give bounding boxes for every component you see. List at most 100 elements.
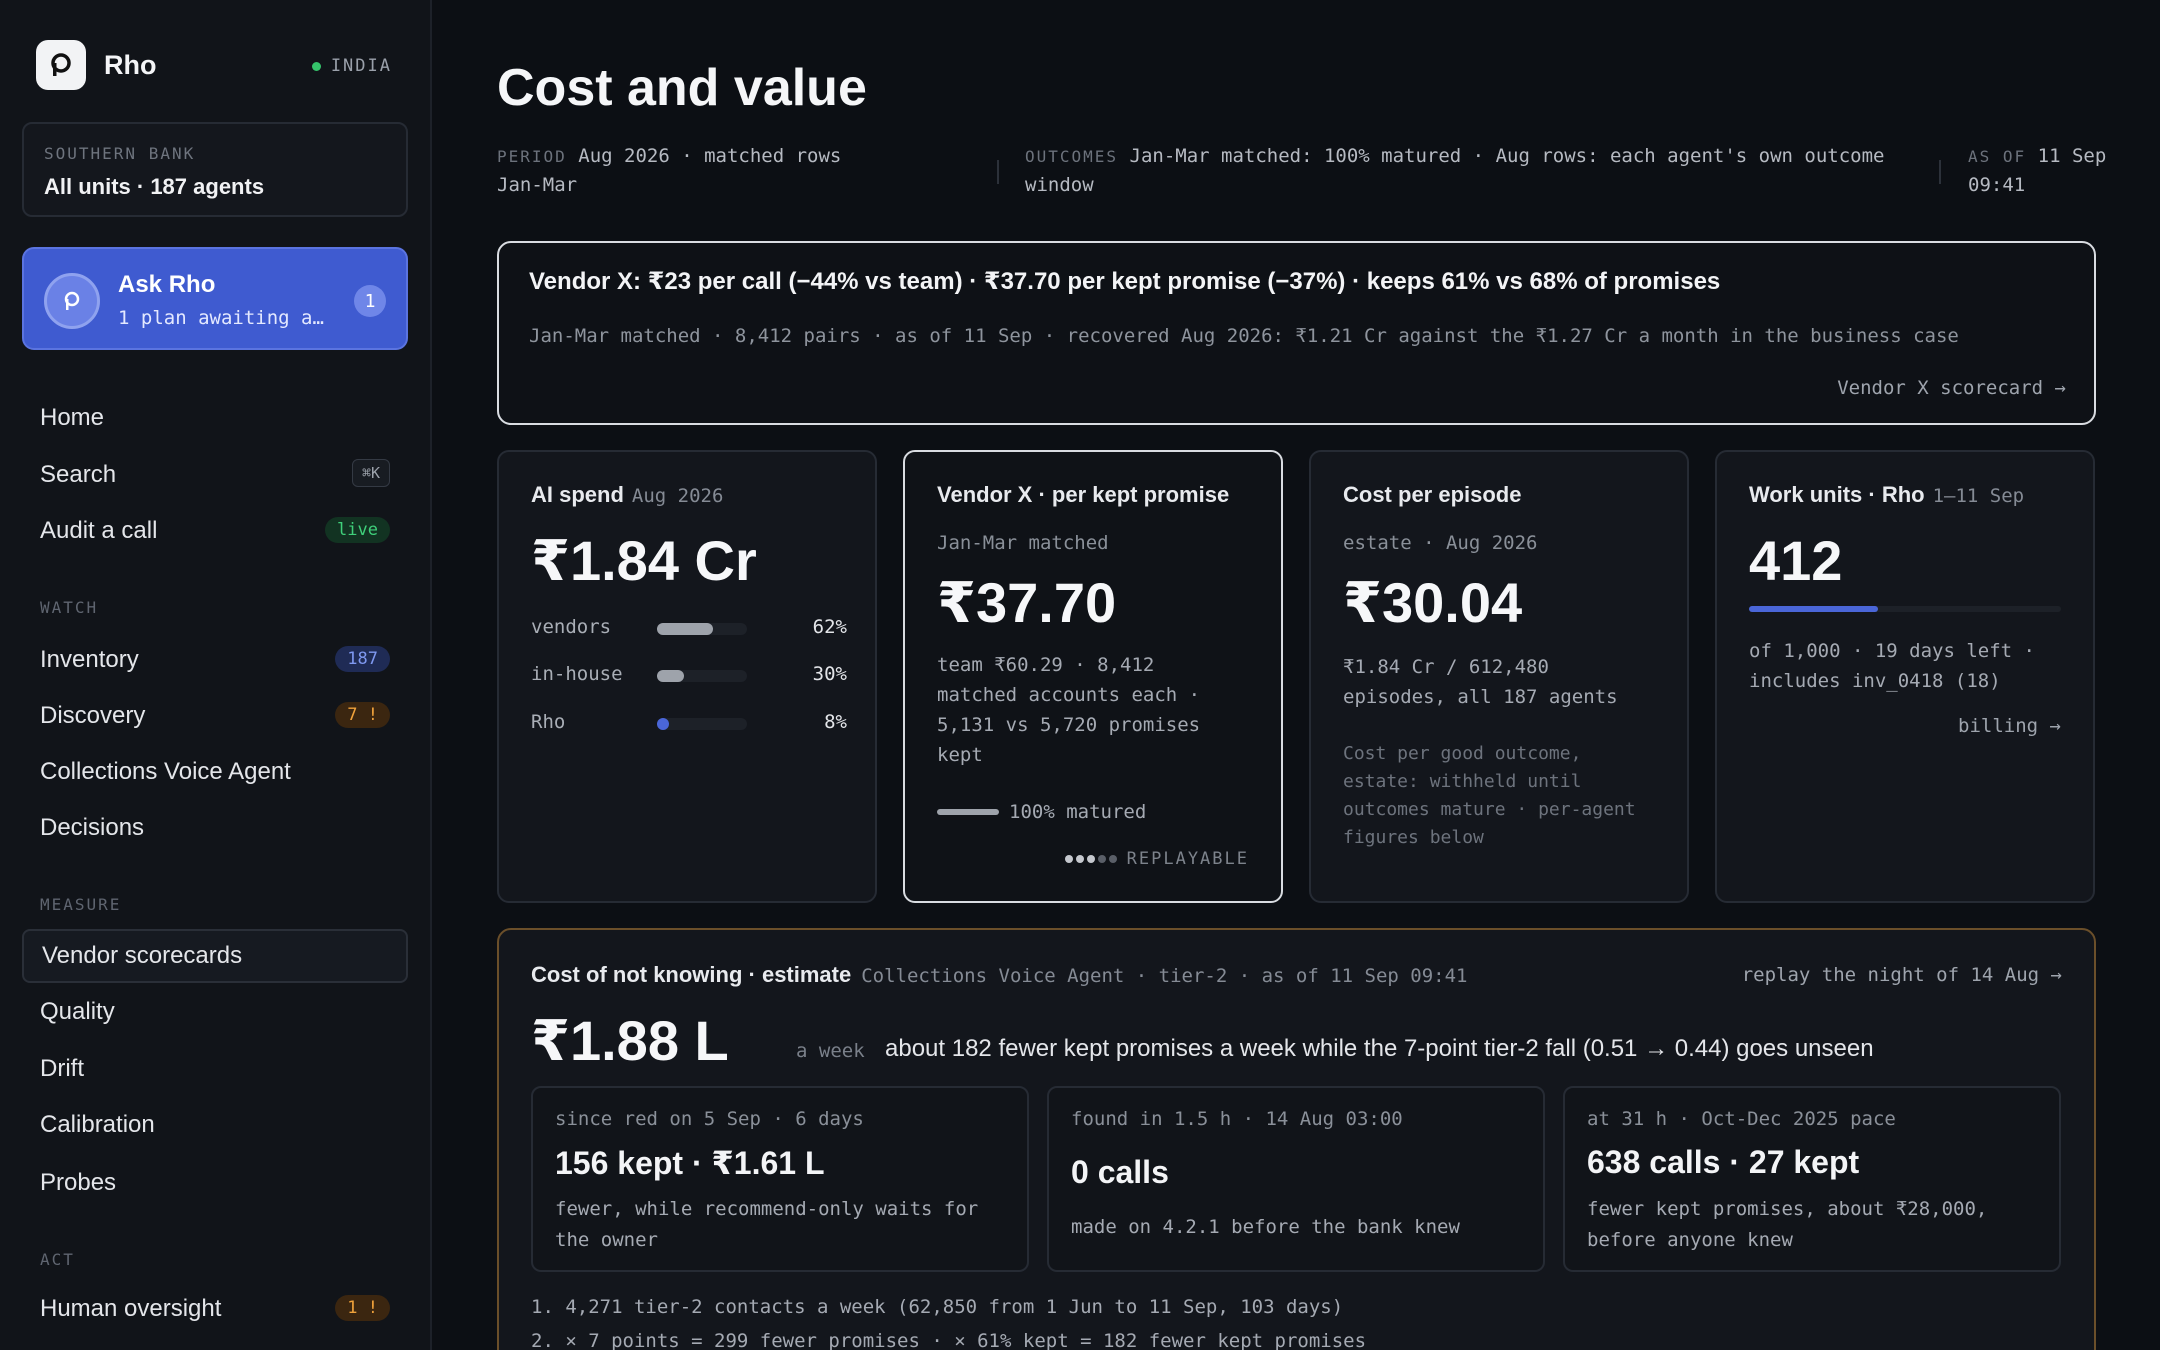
mini-value: 0 calls bbox=[1071, 1154, 1169, 1190]
replay-dots-icon bbox=[1064, 855, 1117, 863]
bar-fill bbox=[657, 718, 669, 730]
bar-label: in-house bbox=[531, 663, 623, 685]
shortcut-hint: ⌘K bbox=[351, 459, 390, 487]
meta-divider bbox=[997, 160, 999, 184]
alert-badge: 7 ! bbox=[335, 702, 390, 728]
rho-avatar-icon bbox=[44, 273, 100, 329]
replayable-indicator: REPLAYABLE bbox=[1064, 849, 1249, 869]
note-line: Cost per good outcome, bbox=[1343, 743, 1582, 764]
detail-line: episodes, all 187 agents bbox=[1343, 686, 1618, 708]
nav-label: Search bbox=[40, 461, 117, 488]
detail-line: the owner bbox=[555, 1229, 658, 1251]
detail-line: of 1,000 · 19 days left · bbox=[1749, 640, 2035, 662]
bar-fill bbox=[657, 623, 713, 635]
nav-home[interactable]: Home bbox=[22, 391, 408, 445]
nav-decisions[interactable]: Decisions bbox=[22, 801, 408, 855]
nav-drift[interactable]: Drift bbox=[22, 1042, 408, 1096]
ask-rho-subtitle: 1 plan awaiting a… bbox=[118, 307, 324, 329]
ask-rho-button[interactable]: Ask Rho 1 plan awaiting a… 1 bbox=[22, 247, 408, 350]
bar-label: vendors bbox=[531, 616, 612, 638]
step-line: 1. 4,271 tier-2 contacts a week (62,850 … bbox=[531, 1296, 1344, 1318]
spend-bar-vendors: vendors 62% bbox=[531, 612, 847, 642]
count-badge: 187 bbox=[335, 646, 390, 672]
matured-label: 100% matured bbox=[1009, 801, 1147, 823]
note-line: estate: withheld until bbox=[1343, 771, 1582, 792]
nav-label: Quality bbox=[40, 998, 115, 1025]
card-subtitle: Aug 2026 bbox=[631, 485, 724, 507]
nav-calibration[interactable]: Calibration bbox=[22, 1098, 408, 1152]
mini-kicker: found in 1.5 h · 14 Aug 03:00 bbox=[1071, 1108, 1403, 1130]
bar-track bbox=[657, 718, 747, 730]
ai-spend-card: AI spend Aug 2026 ₹1.84 Cr vendors 62% in… bbox=[497, 450, 877, 903]
card-title: Vendor X · per kept promise bbox=[937, 482, 1230, 507]
outcomes-value-cont: window bbox=[1025, 174, 1094, 196]
detail-line: made on 4.2.1 before the bank knew bbox=[1071, 1216, 1460, 1238]
mini-kicker: since red on 5 Sep · 6 days bbox=[555, 1108, 864, 1130]
region-label: INDIA bbox=[330, 56, 392, 76]
rho-logo-icon bbox=[36, 40, 86, 90]
status-dot-icon bbox=[311, 61, 321, 71]
work-units-card: Work units · Rho 1–11 Sep 412 of 1,000 · … bbox=[1715, 450, 2095, 903]
lower-value: ₹1.88 L bbox=[531, 1009, 729, 1072]
card-title: Cost per episode bbox=[1343, 482, 1522, 507]
nav-inventory[interactable]: Inventory 187 bbox=[22, 633, 408, 687]
nav-label: Inventory bbox=[40, 646, 139, 673]
nav-discovery[interactable]: Discovery 7 ! bbox=[22, 689, 408, 743]
bar-pct: 30% bbox=[812, 663, 847, 685]
matured-bar bbox=[937, 809, 999, 815]
meta-asof: AS OF 11 Sep 09:41 bbox=[1968, 142, 2118, 200]
bar-track bbox=[657, 623, 747, 635]
section-measure: MEASURE bbox=[40, 895, 122, 914]
lower-unit: a week bbox=[796, 1040, 865, 1062]
detail-line: matched accounts each · bbox=[937, 684, 1201, 706]
progress-fill bbox=[1749, 606, 1878, 612]
nav-search[interactable]: Search ⌘K bbox=[22, 448, 408, 502]
calculation-steps: 1. 4,271 tier-2 contacts a week (62,850 … bbox=[531, 1290, 1366, 1350]
ask-rho-title: Ask Rho bbox=[118, 271, 216, 298]
mini-value: 638 calls · 27 kept bbox=[1587, 1144, 1860, 1180]
meta-row: PERIOD Aug 2026 · matched rows Jan-Mar O… bbox=[497, 142, 2106, 202]
nav-probes[interactable]: Probes bbox=[22, 1156, 408, 1210]
card-subtitle: 1–11 Sep bbox=[1932, 485, 2025, 507]
replay-night-link[interactable]: replay the night of 14 Aug → bbox=[1742, 964, 2062, 986]
ai-spend-value: ₹1.84 Cr bbox=[531, 529, 757, 592]
nav-label: Calibration bbox=[40, 1111, 155, 1138]
nav-collections-voice-agent[interactable]: Collections Voice Agent bbox=[22, 745, 408, 799]
asof-value: 11 Sep bbox=[2037, 145, 2107, 167]
org-switcher[interactable]: SOUTHERN BANK All units · 187 agents bbox=[22, 122, 408, 217]
summary-headline: Vendor X: ₹23 per call (−44% vs team) · … bbox=[529, 268, 1721, 295]
nav-vendor-scorecards[interactable]: Vendor scorecards bbox=[22, 929, 408, 983]
card-title: AI spend Aug 2026 bbox=[531, 482, 723, 508]
nav-human-oversight[interactable]: Human oversight 1 ! bbox=[22, 1282, 408, 1336]
replayable-label: REPLAYABLE bbox=[1126, 849, 1249, 869]
org-label: SOUTHERN BANK bbox=[44, 144, 196, 163]
bar-pct: 62% bbox=[812, 616, 847, 638]
lower-title-text: Cost of not knowing · estimate bbox=[531, 962, 852, 987]
nav-label: Probes bbox=[40, 1169, 117, 1196]
vendor-scorecard-link[interactable]: Vendor X scorecard → bbox=[1837, 377, 2066, 399]
cost-of-not-knowing-card: Cost of not knowing · estimate Collection… bbox=[497, 928, 2096, 1350]
meta-divider bbox=[1939, 160, 1941, 184]
nav-quality[interactable]: Quality bbox=[22, 985, 408, 1039]
card-kicker: estate · Aug 2026 bbox=[1343, 532, 1538, 554]
brand[interactable]: Rho bbox=[36, 40, 156, 90]
live-badge: live bbox=[325, 517, 390, 543]
lower-description: about 182 fewer kept promises a week whi… bbox=[885, 1035, 1874, 1062]
nav-label: Audit a call bbox=[40, 517, 158, 544]
meta-outcomes: OUTCOMES Jan-Mar matched: 100% matured ·… bbox=[1025, 142, 1905, 200]
vendor-x-card[interactable]: Vendor X · per kept promise Jan-Mar matc… bbox=[903, 450, 1283, 903]
nav-label: Collections Voice Agent bbox=[40, 758, 291, 785]
period-value-cont: Jan-Mar bbox=[497, 174, 578, 196]
detail-line: fewer, while recommend-only waits for bbox=[555, 1198, 979, 1220]
nav-label: Human oversight bbox=[40, 1295, 222, 1322]
billing-link[interactable]: billing → bbox=[1958, 715, 2061, 737]
mini-value: 156 kept · ₹1.61 L bbox=[555, 1145, 825, 1181]
work-units-detail: of 1,000 · 19 days left · includes inv_0… bbox=[1749, 636, 2069, 696]
episode-note: Cost per good outcome, estate: withheld … bbox=[1343, 740, 1663, 852]
since-red-box: since red on 5 Sep · 6 days 156 kept · ₹… bbox=[531, 1086, 1029, 1272]
detail-line: includes inv_0418 (18) bbox=[1749, 670, 2001, 692]
nav-audit-call[interactable]: Audit a call live bbox=[22, 504, 408, 558]
nav-label: Vendor scorecards bbox=[42, 942, 243, 969]
card-title-text: AI spend bbox=[531, 482, 624, 507]
at-31h-box: at 31 h · Oct-Dec 2025 pace 638 calls · … bbox=[1563, 1086, 2061, 1272]
